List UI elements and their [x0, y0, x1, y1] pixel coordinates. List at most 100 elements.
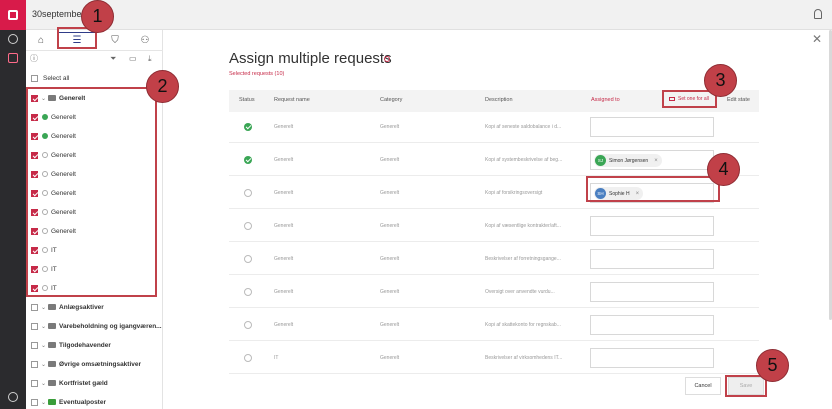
tree-checkbox[interactable]: [31, 113, 38, 121]
tree-checkbox[interactable]: [31, 341, 38, 349]
tree-checkbox[interactable]: [31, 132, 38, 140]
tree-folder-row[interactable]: ⌄ Kortfristet gæld: [26, 375, 163, 391]
app-logo-icon[interactable]: [0, 0, 26, 30]
tree-checkbox[interactable]: [31, 360, 38, 368]
chevron-down-icon[interactable]: ⌄: [41, 342, 46, 349]
tree-item-label: Generelt: [51, 208, 76, 216]
tree-checkbox[interactable]: [31, 94, 38, 102]
filter-icon[interactable]: ⏷: [110, 54, 116, 64]
shield-tab-icon[interactable]: ⛉: [104, 32, 126, 48]
cancel-button[interactable]: Cancel: [685, 377, 721, 395]
window-title: 30september: [32, 9, 85, 19]
select-all-checkbox[interactable]: [31, 74, 38, 82]
tree-request-row[interactable]: Generelt: [26, 185, 163, 201]
status-open-icon: [244, 288, 252, 296]
tree-folder-row[interactable]: ⌄ Generelt: [26, 90, 163, 106]
col-request-name: Request name: [274, 97, 310, 103]
tree-request-row[interactable]: Generelt: [26, 166, 163, 182]
tree-checkbox[interactable]: [31, 265, 38, 273]
table-row: Generelt Generelt Beskrivelser af forretni…: [229, 244, 759, 275]
tree-checkbox[interactable]: [31, 379, 38, 387]
tree-checkbox[interactable]: [31, 170, 38, 178]
title-info-icon[interactable]: [384, 56, 390, 62]
tree-checkbox[interactable]: [31, 398, 38, 406]
tree-folder-row[interactable]: ⌄ Tilgodehavender: [26, 337, 163, 353]
folder-nav-icon[interactable]: [8, 53, 18, 63]
table-row: Generelt Generelt Kopi af seneste saldobal…: [229, 112, 759, 143]
tree-item-label: Generelt: [59, 94, 86, 102]
tree-checkbox[interactable]: [31, 227, 38, 235]
description-cell: Kopi af væsentlige kontrakter/aft...: [485, 223, 561, 229]
assignee-field[interactable]: [590, 249, 714, 269]
chevron-down-icon[interactable]: ⌄: [41, 323, 46, 330]
description-cell: Beskrivelser af forretningsgange...: [485, 256, 561, 262]
tree-request-row[interactable]: IT: [26, 280, 163, 296]
folder-icon: [48, 342, 57, 348]
folder-icon: [48, 323, 57, 329]
assignee-field[interactable]: [590, 117, 714, 137]
save-button[interactable]: Save: [728, 377, 764, 395]
tree-request-row[interactable]: Generelt: [26, 223, 163, 239]
chevron-down-icon[interactable]: ⌄: [41, 380, 46, 387]
chevron-down-icon[interactable]: ⌄: [41, 399, 46, 406]
tree-folder-row[interactable]: ⌄ Eventualposter: [26, 394, 163, 409]
tree-request-row[interactable]: IT: [26, 242, 163, 258]
set-one-for-all-button[interactable]: Set one for all: [669, 96, 709, 102]
people-tab-icon[interactable]: ⚇: [134, 32, 156, 48]
assignee-field[interactable]: [590, 216, 714, 236]
category-cell: Generelt: [380, 256, 400, 262]
tree-checkbox[interactable]: [31, 151, 38, 159]
chat-icon[interactable]: ▭: [129, 54, 137, 64]
close-icon[interactable]: ✕: [812, 32, 822, 46]
assignee-field[interactable]: [590, 282, 714, 302]
status-done-icon: [42, 114, 48, 120]
tree-checkbox[interactable]: [31, 303, 38, 311]
description-cell: Kopi af forsikringsoversigt: [485, 190, 543, 196]
category-cell: Generelt: [380, 124, 400, 130]
assignee-field[interactable]: SJ Simon Jørgensen ×: [590, 150, 714, 170]
set-all-icon: [669, 97, 675, 101]
category-cell: Generelt: [380, 289, 400, 295]
tree-item-label: Generelt: [51, 151, 76, 159]
category-cell: Generelt: [380, 223, 400, 229]
globe-icon[interactable]: [8, 34, 18, 44]
list-tab-icon[interactable]: ☰: [58, 32, 96, 48]
remove-assignee-icon[interactable]: ×: [636, 191, 640, 197]
chevron-down-icon[interactable]: ⌄: [41, 304, 46, 311]
tree-request-row[interactable]: Generelt: [26, 147, 163, 163]
tree-checkbox[interactable]: [31, 208, 38, 216]
tree-request-row[interactable]: Generelt: [26, 204, 163, 220]
tree-folder-row[interactable]: ⌄ Anlægsaktiver: [26, 299, 163, 315]
tree-folder-row[interactable]: ⌄ Varebeholdning og igangværen...: [26, 318, 163, 334]
home-tab-icon[interactable]: ⌂: [30, 32, 52, 48]
tree-request-row[interactable]: Generelt: [26, 109, 163, 125]
tree-checkbox[interactable]: [31, 189, 38, 197]
assignee-field[interactable]: SH Sophie H ×: [590, 183, 714, 203]
annotation-badge-4: 4: [707, 153, 740, 186]
chevron-down-icon[interactable]: ⌄: [41, 361, 46, 368]
status-open-icon: [244, 255, 252, 263]
tree-checkbox[interactable]: [31, 246, 38, 254]
notification-bell-icon[interactable]: [814, 9, 822, 19]
tree-request-row[interactable]: IT: [26, 261, 163, 277]
assignee-field[interactable]: [590, 348, 714, 368]
tree-request-row[interactable]: Generelt: [26, 128, 163, 144]
left-rail: [0, 0, 26, 409]
tree-folder-row[interactable]: ⌄ Øvrige omsætningsaktiver: [26, 356, 163, 372]
remove-assignee-icon[interactable]: ×: [654, 158, 658, 164]
tree-item-label: Generelt: [51, 227, 76, 235]
assignee-field[interactable]: [590, 315, 714, 335]
request-name-cell: Generelt: [274, 223, 294, 229]
tree-checkbox[interactable]: [31, 322, 38, 330]
avatar: SJ: [595, 155, 606, 166]
description-cell: Beskrivelser af virksomhedens IT...: [485, 355, 563, 361]
tree-checkbox[interactable]: [31, 284, 38, 292]
panel-tabs: ⌂ ☰ ⛉ ⚇: [26, 30, 163, 50]
info-icon[interactable]: ⓘ: [30, 54, 38, 64]
select-all-row[interactable]: Select all: [26, 70, 163, 86]
settings-icon[interactable]: [8, 392, 18, 402]
annotation-badge-2: 2: [146, 70, 179, 103]
status-open-icon: [244, 321, 252, 329]
download-icon[interactable]: ⤓: [148, 54, 152, 64]
chevron-down-icon[interactable]: ⌄: [41, 95, 46, 102]
